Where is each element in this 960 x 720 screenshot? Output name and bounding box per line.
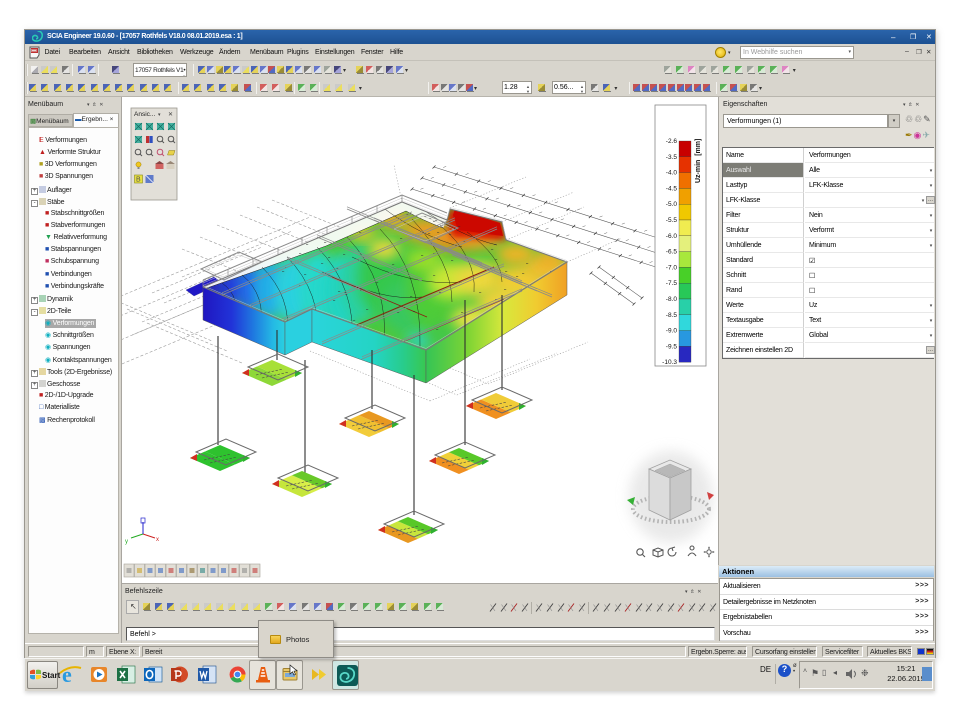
svg-text:-3.5: -3.5	[666, 154, 678, 161]
svg-text:-9.5: -9.5	[666, 343, 678, 350]
svg-text:-4.0: -4.0	[666, 170, 678, 177]
svg-text:Uz-min [mm]: Uz-min [mm]	[695, 139, 702, 183]
svg-text:-7.5: -7.5	[666, 280, 678, 287]
svg-text:✕: ✕	[168, 112, 173, 118]
svg-text:-10.3: -10.3	[662, 359, 677, 366]
svg-text:-4.5: -4.5	[666, 185, 678, 192]
svg-text:-8.0: -8.0	[666, 296, 678, 303]
svg-text:-6.0: -6.0	[666, 233, 678, 240]
svg-text:-8.5: -8.5	[666, 312, 678, 319]
svg-text:-5.0: -5.0	[666, 201, 678, 208]
svg-text:-7.0: -7.0	[666, 264, 678, 271]
svg-text:y: y	[125, 539, 128, 545]
svg-text:-5.5: -5.5	[666, 217, 678, 224]
svg-text:-2.6: -2.6	[666, 138, 678, 145]
svg-text:Ansic...: Ansic...	[134, 111, 156, 118]
svg-text:x: x	[156, 537, 159, 543]
svg-text:B: B	[136, 177, 141, 184]
svg-text:-6.5: -6.5	[666, 249, 678, 256]
svg-text:-9.0: -9.0	[666, 328, 678, 335]
